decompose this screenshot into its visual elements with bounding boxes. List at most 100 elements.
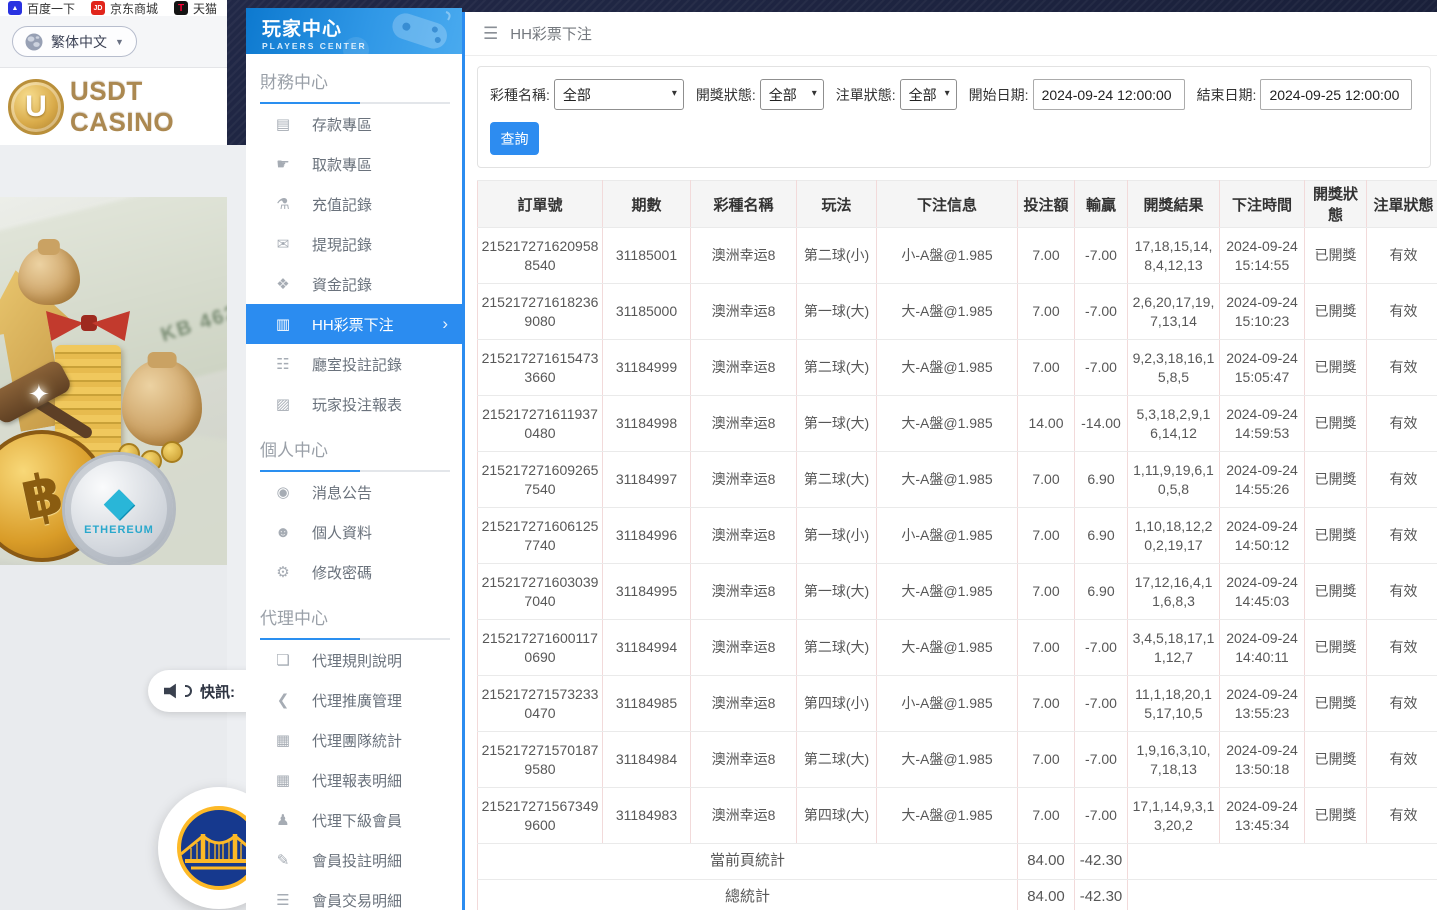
draw-result: 2,6,20,17,19,7,13,14 <box>1128 284 1220 340</box>
order-status: 有效 <box>1367 564 1437 620</box>
period: 31184984 <box>603 732 691 788</box>
bet-amount: 7.00 <box>1018 508 1075 564</box>
sidebar-item[interactable]: ✎會員投註明細 <box>246 840 462 880</box>
bet-info: 大-A盤@1.985 <box>877 732 1018 788</box>
lottery-name: 澳洲幸运8 <box>691 452 797 508</box>
lottery-name: 澳洲幸运8 <box>691 732 797 788</box>
lottery-name: 澳洲幸运8 <box>691 620 797 676</box>
order-no: 2152172716154733660 <box>478 340 603 396</box>
bet-time: 2024-09-24 15:05:47 <box>1220 340 1305 396</box>
lottery-name: 澳洲幸运8 <box>691 788 797 844</box>
language-selector[interactable]: 繁体中文 ▼ <box>12 26 137 57</box>
agent-rules-icon: ❏ <box>274 651 292 669</box>
win-loss: -7.00 <box>1075 676 1128 732</box>
order-status: 有效 <box>1367 228 1437 284</box>
start-date-input[interactable] <box>1033 79 1185 110</box>
play-type: 第二球(大) <box>797 732 877 788</box>
play-type: 第二球(小) <box>797 228 877 284</box>
period: 31185001 <box>603 228 691 284</box>
bitcoin-symbol: ฿ <box>15 459 69 534</box>
table-row: 215217271618236908031185000澳洲幸运8第一球(大)大-… <box>478 284 1437 340</box>
bet-info: 大-A盤@1.985 <box>877 284 1018 340</box>
order-status: 有效 <box>1367 676 1437 732</box>
bet-info: 小-A盤@1.985 <box>877 676 1018 732</box>
win-loss: -7.00 <box>1075 228 1128 284</box>
order-status: 有效 <box>1367 452 1437 508</box>
money-bag-decor <box>18 247 80 305</box>
sidebar-item[interactable]: ◉消息公告 <box>246 472 462 512</box>
draw-status-select[interactable]: 全部 <box>760 79 824 110</box>
order-no: 2152172716061257740 <box>478 508 603 564</box>
bet-time: 2024-09-24 15:10:23 <box>1220 284 1305 340</box>
win-loss: -14.00 <box>1075 396 1128 452</box>
bill-serial-text: KB 46279 <box>158 293 227 348</box>
order-no: 2152172716030397040 <box>478 564 603 620</box>
sidebar-item-label: 資金記錄 <box>312 274 372 295</box>
order-no: 2152172716209588540 <box>478 228 603 284</box>
sidebar-item[interactable]: ▨玩家投注報表 <box>246 384 462 424</box>
win-loss: -7.00 <box>1075 340 1128 396</box>
column-header: 下注時間 <box>1220 181 1305 228</box>
bet-amount: 7.00 <box>1018 564 1075 620</box>
sidebar-item[interactable]: ❮代理推廣管理 <box>246 680 462 720</box>
sidebar-menu: 財務中心▤存款專區☛取款專區⚗充值記錄✉提現記錄❖資金記錄▥HH彩票下注›☷廳室… <box>246 54 462 910</box>
order-no: 2152172715701879580 <box>478 732 603 788</box>
sidebar-item[interactable]: ❖資金記錄 <box>246 264 462 304</box>
bookmark-item[interactable]: JD京东商城 <box>91 0 158 16</box>
column-header: 注單狀態 <box>1367 181 1437 228</box>
sidebar-item[interactable]: ⚗充值記錄 <box>246 184 462 224</box>
draw-result: 17,12,16,4,11,6,8,3 <box>1128 564 1220 620</box>
draw-status: 已開獎 <box>1305 732 1367 788</box>
win-loss: -7.00 <box>1075 284 1128 340</box>
order-status-label: 注單狀態: <box>836 85 896 105</box>
lottery-name: 澳洲幸运8 <box>691 564 797 620</box>
sidebar-item[interactable]: ❏代理規則說明 <box>246 640 462 680</box>
agent-report-icon: ▦ <box>274 771 292 789</box>
bet-amount: 7.00 <box>1018 788 1075 844</box>
table-row: 215217271611937048031184998澳洲幸运8第一球(大)大-… <box>478 396 1437 452</box>
sidebar-item-label: 代理團隊統計 <box>312 730 402 751</box>
play-type: 第四球(小) <box>797 676 877 732</box>
sidebar-item[interactable]: ⚙修改密碼 <box>246 552 462 592</box>
lottery-name-select[interactable]: 全部 <box>554 79 684 110</box>
sidebar-item-label: 會員交易明細 <box>312 890 402 910</box>
bookmark-item[interactable]: ▲百度一下 <box>8 0 75 16</box>
column-header: 玩法 <box>797 181 877 228</box>
order-status: 有效 <box>1367 284 1437 340</box>
hamburger-icon[interactable]: ☰ <box>483 24 498 44</box>
sidebar-item[interactable]: ✉提現記錄 <box>246 224 462 264</box>
sidebar-item[interactable]: ♟代理下級會員 <box>246 800 462 840</box>
sidebar-item[interactable]: ▦代理報表明細 <box>246 760 462 800</box>
sidebar-item[interactable]: ▥HH彩票下注› <box>246 304 462 344</box>
order-no: 2152172715673499600 <box>478 788 603 844</box>
sidebar-item-label: 個人資料 <box>312 522 372 543</box>
sidebar-item[interactable]: ☛取款專區 <box>246 144 462 184</box>
deposit-card-icon: ▤ <box>274 115 292 133</box>
chevron-down-icon: ▼ <box>115 37 124 47</box>
sidebar-item-label: 充值記錄 <box>312 194 372 215</box>
bookmarks-bar: ▲百度一下 JD京东商城 T天猫 <box>0 0 227 16</box>
bet-time: 2024-09-24 13:55:23 <box>1220 676 1305 732</box>
bookmark-item[interactable]: T天猫 <box>174 0 217 16</box>
column-header: 開獎狀態 <box>1305 181 1367 228</box>
sidebar-section-title: 代理中心 <box>260 604 450 629</box>
play-type: 第二球(大) <box>797 340 877 396</box>
sidebar-item[interactable]: ▤存款專區 <box>246 104 462 144</box>
ethereum-label: ETHEREUM <box>84 524 154 536</box>
site-logo[interactable]: U USDT CASINO <box>0 68 227 145</box>
search-button[interactable]: 查詢 <box>490 122 539 155</box>
logo-text: USDT CASINO <box>70 76 227 138</box>
tmall-icon: T <box>174 1 188 15</box>
sidebar-item[interactable]: ☻個人資料 <box>246 512 462 552</box>
bets-table: 訂單號期數彩種名稱玩法下注信息投注額輸贏開獎結果下注時間開獎狀態注單狀態 215… <box>477 180 1437 910</box>
summary-winloss-total: -42.30 <box>1075 844 1128 880</box>
end-date-input[interactable] <box>1260 79 1412 110</box>
order-status-select[interactable]: 全部 <box>900 79 957 110</box>
summary-label: 當前頁統計 <box>478 844 1018 880</box>
player-report-icon: ▨ <box>274 395 292 413</box>
sidebar-item[interactable]: ☷廳室投註記錄 <box>246 344 462 384</box>
period: 31184983 <box>603 788 691 844</box>
lottery-name: 澳洲幸运8 <box>691 508 797 564</box>
sidebar-item[interactable]: ☰會員交易明細 <box>246 880 462 910</box>
sidebar-item[interactable]: ▦代理團隊統計 <box>246 720 462 760</box>
